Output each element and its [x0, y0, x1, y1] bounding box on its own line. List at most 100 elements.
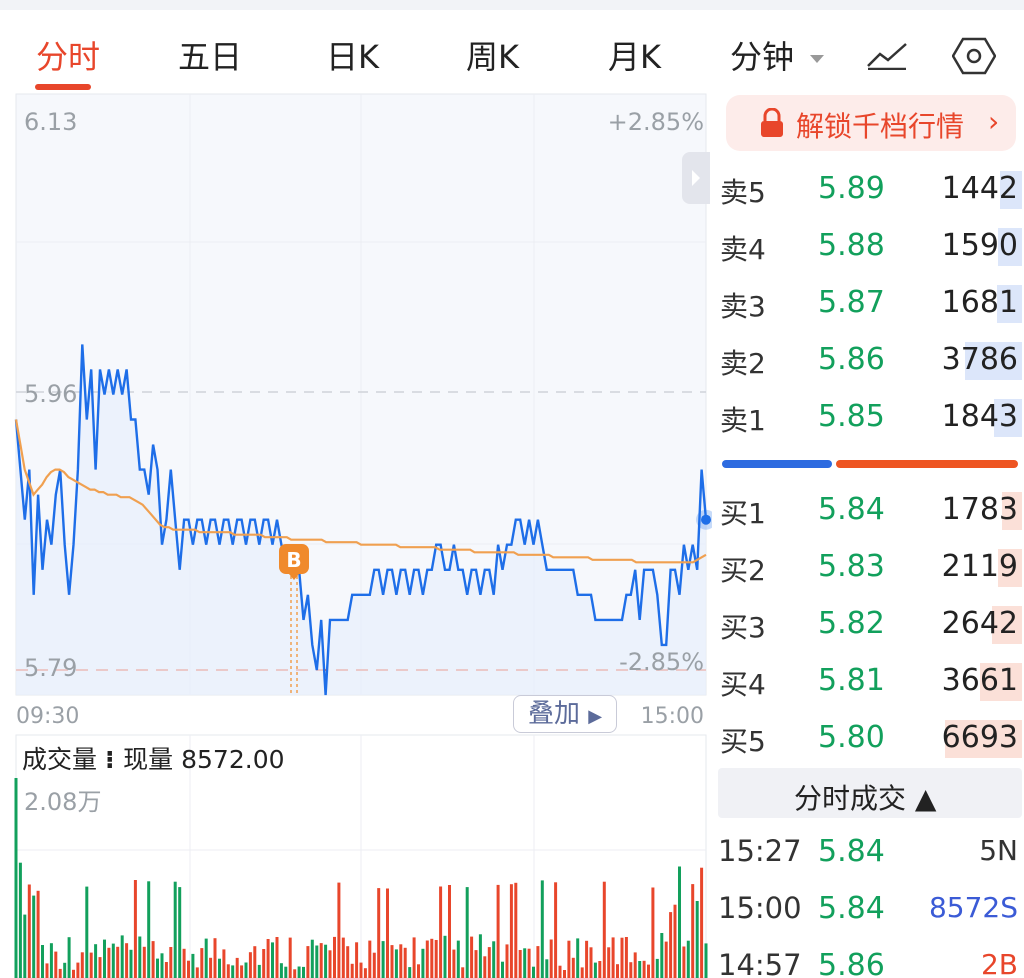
current-price-dot — [701, 514, 711, 525]
volume-bar — [470, 936, 474, 978]
trade-volume: 8572S — [928, 891, 1018, 924]
volume-bar — [372, 952, 376, 978]
volume-bar — [571, 957, 575, 978]
drawing-line-icon[interactable] — [866, 40, 908, 70]
volume-bar — [704, 943, 708, 978]
volume-bar — [452, 949, 456, 978]
volume-bar — [89, 952, 93, 978]
level-price: 5.81 — [818, 663, 885, 698]
volume-bar — [461, 967, 465, 978]
volume-bar — [616, 964, 619, 978]
volume-bar — [138, 936, 142, 978]
volume-bar — [474, 950, 478, 978]
volume-bar — [27, 884, 31, 978]
tab-daily-k[interactable]: 日K — [326, 32, 379, 78]
volume-bar — [333, 936, 336, 978]
level-label: 买4 — [720, 668, 766, 701]
volume-menu-dots-icon[interactable]: ⁝ — [105, 745, 123, 774]
volume-bar — [293, 969, 297, 978]
tab-weekly-k[interactable]: 周K — [466, 32, 519, 78]
level-price: 5.89 — [818, 171, 885, 206]
volume-bar — [700, 867, 704, 978]
level-label: 买2 — [720, 554, 766, 587]
orderbook-panel: 解锁千档行情 › 卖5 5.89 1442 卖4 5.88 1590 卖3 5.87 1681 卖… — [712, 92, 1024, 978]
level-qty: 1783 — [941, 492, 1018, 527]
volume-bar — [164, 962, 168, 978]
collapse-handle[interactable] — [682, 152, 710, 204]
trade-time: 15:00 — [718, 891, 802, 925]
bid-level[interactable]: 买2 5.83 2119 — [712, 539, 1024, 596]
volume-bar — [487, 947, 491, 978]
volume-bar — [483, 956, 487, 978]
volume-bar — [275, 937, 279, 978]
lock-icon — [761, 108, 783, 137]
volume-bar — [98, 957, 102, 978]
volume-title-label: 成交量 — [22, 745, 98, 774]
time-end-label: 15:00 — [640, 704, 704, 729]
volume-bar — [647, 964, 650, 978]
volume-bar — [417, 964, 420, 978]
volume-bar — [518, 950, 522, 978]
bid-level[interactable]: 买3 5.82 2642 — [712, 596, 1024, 653]
volume-bar — [660, 933, 664, 978]
bid-level[interactable]: 买1 5.84 1783 — [712, 482, 1024, 539]
volume-bar — [14, 778, 18, 978]
volume-bar — [425, 940, 429, 978]
price-high-label: 6.13 — [24, 108, 78, 136]
volume-bar — [563, 970, 566, 978]
volume-bar — [147, 881, 151, 978]
volume-bar — [182, 948, 186, 978]
volume-bar — [133, 880, 137, 978]
volume-bar — [328, 950, 332, 978]
chevron-right-icon — [692, 170, 700, 186]
volume-bar — [496, 884, 500, 978]
tab-minute[interactable]: 分钟 — [730, 32, 826, 78]
volume-bar — [297, 966, 301, 978]
ask-level[interactable]: 卖2 5.86 3786 — [712, 332, 1024, 389]
price-mid-label: 5.96 — [24, 380, 78, 408]
volume-bar — [187, 960, 190, 978]
ask-level[interactable]: 卖5 5.89 1442 — [712, 161, 1024, 218]
volume-bar — [107, 947, 111, 978]
volume-bar — [191, 953, 195, 978]
tab-intraday[interactable]: 分时 — [36, 32, 100, 78]
volume-bar — [509, 884, 513, 978]
tab-monthly-k[interactable]: 月K — [608, 32, 661, 78]
level-price: 5.87 — [818, 285, 885, 320]
volume-max-label: 2.08万 — [24, 788, 102, 816]
volume-bar — [111, 943, 115, 978]
volume-bar — [589, 947, 593, 978]
tab-five-day[interactable]: 五日 — [178, 32, 242, 78]
volume-bar — [279, 963, 283, 978]
ask-level[interactable]: 卖3 5.87 1681 — [712, 275, 1024, 332]
ask-level[interactable]: 卖1 5.85 1843 — [712, 389, 1024, 446]
overlay-button[interactable]: 叠加 ▶ — [513, 695, 617, 733]
volume-bar — [151, 941, 155, 978]
volume-bar — [545, 959, 549, 978]
overlay-label: 叠加 — [527, 699, 580, 729]
volume-bar — [602, 881, 606, 978]
ask-level[interactable]: 卖4 5.88 1590 — [712, 218, 1024, 275]
unlock-depth-button[interactable]: 解锁千档行情 › — [726, 95, 1016, 151]
volume-bar — [363, 968, 367, 978]
volume-bar — [23, 914, 27, 978]
status-strip — [0, 0, 1024, 10]
volume-bar — [465, 887, 469, 978]
volume-title: 成交量 ⁝ 现量 8572.00 — [22, 740, 285, 776]
bid-level[interactable]: 买5 5.80 6693 — [712, 710, 1024, 767]
volume-bar — [54, 951, 58, 978]
level-price: 5.80 — [818, 720, 885, 755]
bid-level[interactable]: 买4 5.81 3661 — [712, 653, 1024, 710]
settings-icon[interactable] — [952, 36, 996, 76]
pct-high-label: +2.85% — [607, 108, 704, 136]
volume-bar — [324, 944, 328, 978]
volume-bar — [244, 962, 248, 978]
volume-bar — [45, 963, 49, 978]
volume-bar — [32, 895, 36, 978]
trade-ticks-header[interactable]: 分时成交 ▲ — [718, 768, 1022, 818]
intraday-chart[interactable]: B 6.13 +2.85% 5.96 5.79 -2.85% 09:30 15:… — [0, 92, 712, 978]
chevron-right-icon: › — [988, 105, 1000, 138]
volume-bar — [315, 945, 319, 978]
volume-bar — [629, 962, 633, 978]
trade-time: 15:27 — [718, 834, 802, 868]
